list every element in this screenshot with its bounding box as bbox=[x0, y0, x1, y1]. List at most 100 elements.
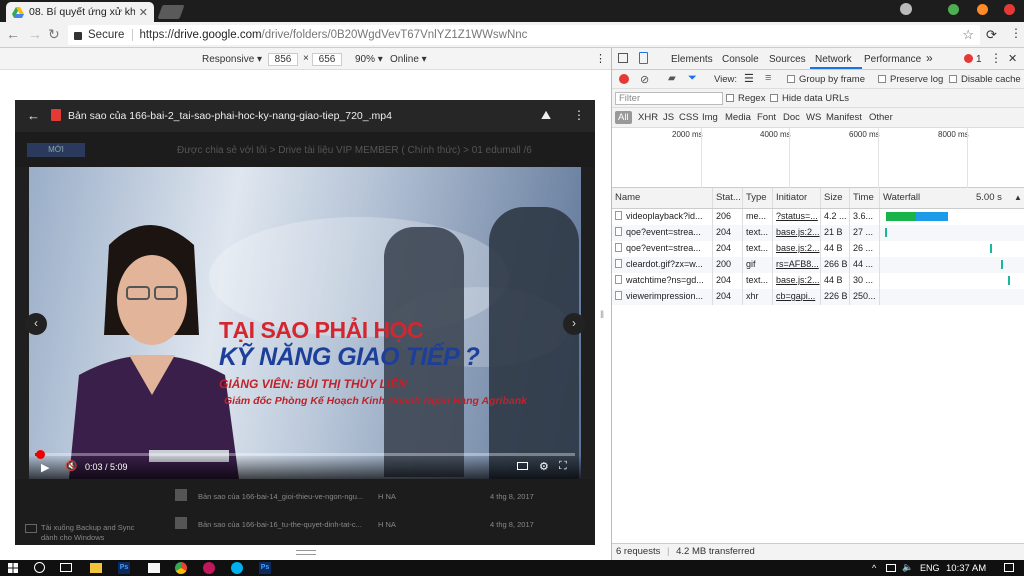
type-manifest[interactable]: Manifest bbox=[826, 112, 862, 123]
inspect-element-icon[interactable] bbox=[618, 53, 628, 63]
record-icon[interactable] bbox=[619, 74, 629, 84]
cell-initiator[interactable]: rs=AFB8... bbox=[772, 257, 820, 273]
video-progress-bar[interactable] bbox=[35, 450, 575, 459]
tab-performance[interactable]: Performance bbox=[864, 54, 921, 65]
regex-toggle[interactable]: Regex bbox=[726, 93, 765, 104]
file-row-name[interactable]: Bản sao của 166-bai-14_gioi-thieu-ve-ngo… bbox=[198, 492, 363, 501]
large-rows-icon[interactable]: ☰ bbox=[744, 72, 754, 85]
responsive-dropdown[interactable]: Responsive ▾ bbox=[202, 54, 262, 65]
breadcrumb[interactable]: Được chia sẻ với tôi > Drive tài liệu VI… bbox=[177, 145, 532, 156]
photoshop-icon[interactable]: Ps bbox=[259, 562, 271, 574]
filter-input[interactable]: Filter bbox=[615, 92, 723, 105]
extension-green-icon[interactable] bbox=[948, 4, 959, 15]
type-ws[interactable]: WS bbox=[806, 112, 821, 123]
type-other[interactable]: Other bbox=[869, 112, 893, 123]
filter-funnel-icon[interactable]: ⏷ bbox=[688, 72, 697, 85]
regex-checkbox[interactable] bbox=[726, 94, 734, 102]
error-icon[interactable] bbox=[964, 54, 973, 63]
url-bar[interactable]: Secure https:// drive.google.com /drive/… bbox=[68, 25, 980, 45]
previous-file-button[interactable]: ‹ bbox=[25, 313, 47, 335]
request-row[interactable]: videoplayback?id... 206 me... ?status=... 4.… bbox=[612, 209, 1024, 225]
extension-sync-icon[interactable]: ⟳ bbox=[986, 27, 997, 43]
hide-data-urls-checkbox[interactable] bbox=[770, 94, 778, 102]
tab-console[interactable]: Console bbox=[722, 54, 759, 65]
col-size[interactable]: Size bbox=[820, 188, 849, 208]
type-all[interactable]: All bbox=[615, 111, 632, 124]
type-xhr[interactable]: XHR bbox=[638, 112, 658, 123]
settings-gear-icon[interactable]: ⚙ bbox=[539, 460, 549, 473]
viewport-resize-handle-right[interactable]: ‖ bbox=[600, 310, 606, 332]
throttle-dropdown[interactable]: Online ▾ bbox=[390, 54, 427, 65]
show-hidden-icons[interactable]: ^ bbox=[872, 563, 876, 573]
captions-icon[interactable] bbox=[517, 462, 528, 470]
col-type[interactable]: Type bbox=[742, 188, 772, 208]
device-more-icon[interactable]: ⋮ bbox=[595, 52, 606, 65]
cell-initiator[interactable]: ?status=... bbox=[772, 209, 820, 225]
viewport-resize-handle-bottom[interactable] bbox=[296, 550, 316, 555]
photoshop-icon[interactable]: Ps bbox=[118, 562, 130, 574]
chrome-menu-icon[interactable]: ⋮ bbox=[1010, 26, 1022, 40]
notepad-icon[interactable] bbox=[148, 563, 160, 573]
type-media[interactable]: Media bbox=[725, 112, 751, 123]
reload-icon[interactable]: ↻ bbox=[48, 26, 60, 43]
chrome-icon[interactable] bbox=[175, 562, 187, 574]
back-arrow-icon[interactable]: ← bbox=[6, 26, 20, 42]
request-row[interactable]: watchtime?ns=gd... 204 text... base.js:2...… bbox=[612, 273, 1024, 289]
profile-icon[interactable] bbox=[900, 3, 912, 15]
tab-network[interactable]: Network bbox=[815, 54, 852, 65]
request-row[interactable]: qoe?event=strea... 204 text... base.js:2...… bbox=[612, 241, 1024, 257]
type-js[interactable]: JS bbox=[663, 112, 674, 123]
next-file-button[interactable]: › bbox=[563, 313, 585, 335]
file-explorer-icon[interactable] bbox=[90, 563, 102, 573]
mute-icon[interactable]: 🔇 bbox=[65, 461, 77, 472]
cell-initiator[interactable]: base.js:2... bbox=[772, 241, 820, 257]
col-initiator[interactable]: Initiator bbox=[772, 188, 820, 208]
cortana-icon[interactable] bbox=[34, 562, 45, 573]
notifications-icon[interactable] bbox=[1004, 563, 1014, 572]
col-status[interactable]: Stat... bbox=[712, 188, 742, 208]
capture-screenshots-icon[interactable]: ▰ bbox=[668, 73, 676, 84]
video-player[interactable]: TẠI SAO PHẢI HỌC KỸ NĂNG GIAO TIẾP ? GIẢ… bbox=[29, 167, 581, 479]
request-row[interactable]: viewerimpression... 204 xhr cb=gapi... 226 B… bbox=[612, 289, 1024, 305]
backup-sync-link[interactable]: Tải xuống Backup and Sync dành cho Windo… bbox=[41, 523, 136, 543]
app-icon[interactable] bbox=[203, 562, 215, 574]
input-language[interactable]: ENG bbox=[920, 563, 940, 573]
cell-initiator[interactable]: base.js:2... bbox=[772, 273, 820, 289]
windows-start-icon[interactable] bbox=[8, 563, 18, 573]
skype-icon[interactable] bbox=[231, 562, 243, 574]
preview-more-icon[interactable]: ⋮ bbox=[573, 108, 585, 122]
width-field[interactable]: 856 bbox=[268, 53, 298, 66]
disable-cache-toggle[interactable]: Disable cache bbox=[949, 74, 1021, 85]
new-button[interactable]: MỚI bbox=[27, 143, 85, 157]
new-tab-button[interactable] bbox=[157, 5, 185, 19]
devtools-close-icon[interactable]: ✕ bbox=[1008, 52, 1017, 65]
preserve-log-checkbox[interactable] bbox=[878, 75, 886, 83]
taskbar-clock[interactable]: 10:37 AM bbox=[946, 563, 986, 574]
more-tabs-icon[interactable]: » bbox=[926, 51, 933, 65]
fullscreen-icon[interactable]: ⛶ bbox=[559, 460, 567, 473]
task-view-icon[interactable] bbox=[60, 563, 72, 572]
volume-icon[interactable]: 🔈 bbox=[902, 562, 913, 573]
preserve-log-toggle[interactable]: Preserve log bbox=[878, 74, 943, 85]
file-row-name[interactable]: Bản sao của 166-bai-16_tu-the-quyet-dinh… bbox=[198, 520, 362, 529]
group-by-frame-toggle[interactable]: Group by frame bbox=[787, 74, 865, 85]
devtools-menu-icon[interactable]: ⋮ bbox=[990, 51, 1002, 65]
request-row[interactable]: qoe?event=strea... 204 text... base.js:2...… bbox=[612, 225, 1024, 241]
network-overview-timeline[interactable]: 2000 ms 4000 ms 6000 ms 8000 ms bbox=[612, 128, 1024, 188]
type-font[interactable]: Font bbox=[757, 112, 776, 123]
clear-icon[interactable]: ⊘ bbox=[640, 73, 649, 86]
request-row[interactable]: cleardot.gif?zx=w... 200 gif rs=AFB8... 266 … bbox=[612, 257, 1024, 273]
network-icon[interactable] bbox=[886, 564, 896, 572]
group-by-frame-checkbox[interactable] bbox=[787, 75, 795, 83]
zoom-dropdown[interactable]: 90% ▾ bbox=[355, 54, 383, 65]
forward-arrow-icon[interactable]: → bbox=[28, 26, 42, 42]
device-toggle-icon[interactable] bbox=[639, 52, 648, 64]
add-to-drive-icon[interactable]: ⛰ bbox=[541, 108, 551, 123]
browser-tab[interactable]: 08. Bí quyết ứng xử khéo ✕ bbox=[6, 2, 154, 22]
waterfall-view-icon[interactable]: ≡ bbox=[765, 72, 771, 84]
type-css[interactable]: CSS bbox=[679, 112, 699, 123]
type-img[interactable]: Img bbox=[702, 112, 718, 123]
extension-orange-icon[interactable] bbox=[977, 4, 988, 15]
preview-back-icon[interactable]: ← bbox=[27, 108, 40, 123]
hide-data-urls-toggle[interactable]: Hide data URLs bbox=[770, 93, 849, 104]
